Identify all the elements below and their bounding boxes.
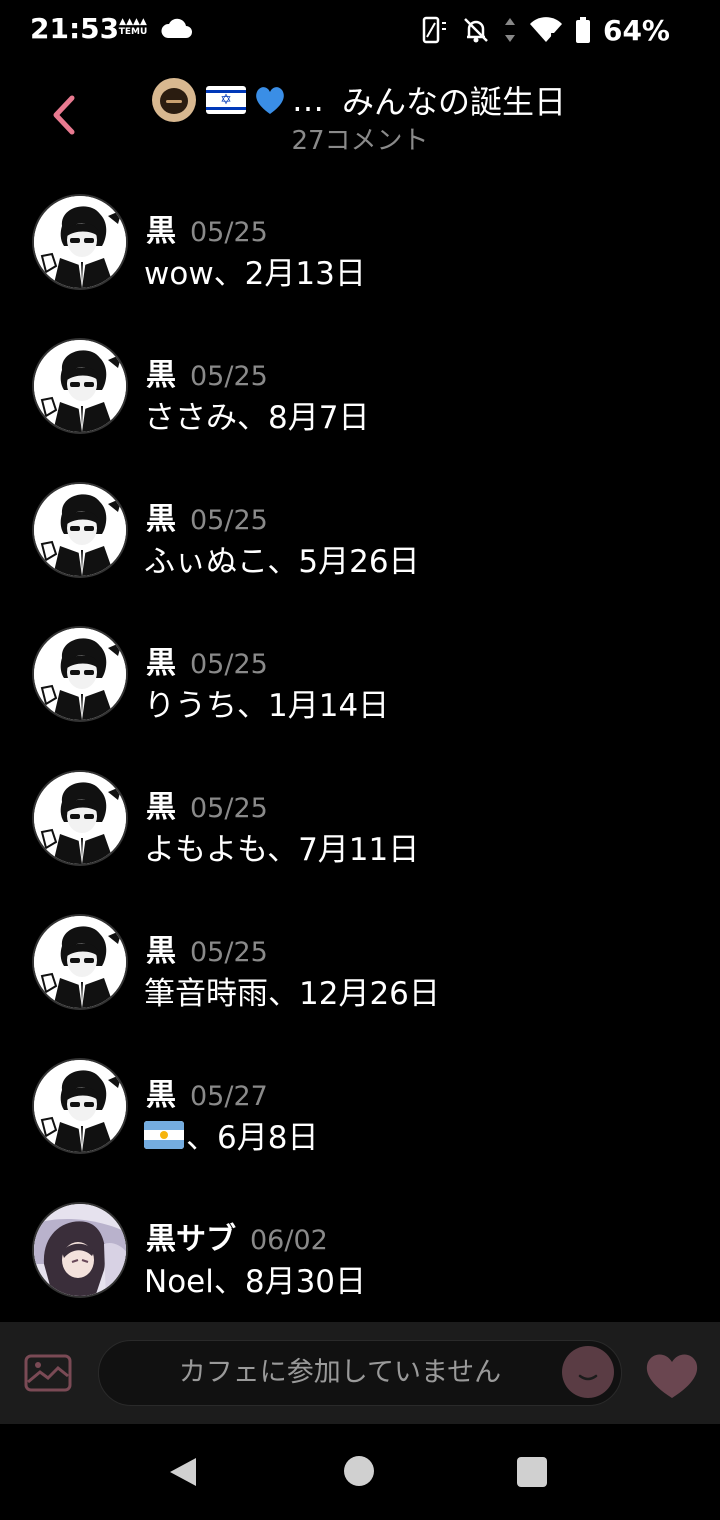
avatar[interactable]	[32, 626, 128, 722]
monochrome-anime-avatar-icon	[34, 340, 126, 432]
comment-text: りうち、1月14日	[144, 688, 390, 724]
comment-date: 05/25	[190, 217, 268, 248]
comment-author[interactable]: 黒	[146, 926, 176, 970]
comment-text: 筆音時雨、12月26日	[144, 976, 440, 1012]
comment-list: 黒 05/25 wow、2月13日 黒 05/25 ささみ、8月7日 黒 05/…	[0, 186, 720, 1338]
comment-item[interactable]: 黒 05/25 りうち、1月14日	[0, 618, 720, 762]
temu-notification-icon: ▲▲▲▲ TEMU	[118, 17, 148, 37]
avatar[interactable]	[32, 194, 128, 290]
comment-author[interactable]: 黒	[146, 494, 176, 538]
comment-author[interactable]: 黒	[146, 350, 176, 394]
comment-author[interactable]: 黒	[146, 1070, 176, 1114]
comment-text: 、6月8日	[186, 1120, 319, 1156]
comment-author[interactable]: 黒	[146, 782, 176, 826]
image-icon[interactable]	[24, 1354, 72, 1392]
cloud-icon	[161, 18, 192, 38]
input-placeholder: カフェに参加していません	[178, 1357, 502, 1388]
comment-date: 05/25	[190, 649, 268, 680]
comment-date: 06/02	[250, 1225, 328, 1256]
avatar[interactable]	[32, 1058, 128, 1154]
status-icons: 5 64%	[419, 12, 670, 48]
comment-author[interactable]: 黒	[146, 206, 176, 250]
comment-item[interactable]: 黒 05/25 wow、2月13日	[0, 186, 720, 330]
monochrome-anime-avatar-icon	[34, 772, 126, 864]
avatar[interactable]	[32, 338, 128, 434]
data-arrows-icon	[504, 18, 515, 42]
avatar[interactable]	[32, 770, 128, 866]
monochrome-anime-avatar-icon	[34, 484, 126, 576]
comment-text: ささみ、8月7日	[144, 400, 370, 436]
smile-icon	[578, 1374, 598, 1381]
like-heart-icon[interactable]	[644, 1350, 700, 1400]
status-bar: 21:53 ▲▲▲▲ TEMU 5 64%	[0, 0, 720, 60]
comment-date: 05/27	[190, 1081, 268, 1112]
avatar[interactable]	[32, 482, 128, 578]
argentina-flag-icon	[144, 1120, 184, 1149]
monochrome-anime-avatar-icon	[34, 1060, 126, 1152]
comment-text: Noel、8月30日	[144, 1264, 367, 1300]
monochrome-anime-avatar-icon	[34, 196, 126, 288]
system-nav-bar	[0, 1424, 720, 1520]
wifi-icon: 5	[529, 17, 562, 43]
comment-author[interactable]: 黒サブ	[146, 1214, 236, 1258]
comment-text: ふぃぬこ、5月26日	[144, 544, 420, 580]
comment-item[interactable]: 黒サブ 06/02 Noel、8月30日	[0, 1194, 720, 1338]
comment-item[interactable]: 黒 05/25 ささみ、8月7日	[0, 330, 720, 474]
avatar[interactable]	[32, 1202, 128, 1298]
comment-item[interactable]: 黒 05/27 、6月8日	[0, 1050, 720, 1194]
cafe-avatar	[152, 78, 196, 122]
nav-back-icon[interactable]	[168, 1456, 198, 1488]
title-ellipsis: …	[292, 81, 324, 119]
title-text: みんなの誕生日	[342, 83, 567, 121]
comment-input[interactable]: カフェに参加していません	[98, 1340, 622, 1406]
battery-icon	[575, 17, 590, 43]
comment-text: よもよも、7月11日	[144, 832, 420, 868]
emoji-button[interactable]	[562, 1346, 614, 1398]
blue-heart-icon	[256, 87, 284, 114]
comment-item[interactable]: 黒 05/25 よもよも、7月11日	[0, 762, 720, 906]
bell-off-icon	[464, 18, 488, 43]
comment-author[interactable]: 黒	[146, 638, 176, 682]
comment-item[interactable]: 黒 05/25 ふぃぬこ、5月26日	[0, 474, 720, 618]
status-time: 21:53	[30, 12, 120, 45]
color-anime-avatar-icon	[34, 1204, 126, 1296]
page-title: ✡ … みんなの誕生日	[152, 78, 566, 122]
header: ✡ … みんなの誕生日 27コメント	[0, 60, 720, 170]
comment-text: wow、2月13日	[144, 256, 366, 292]
screen-rotate-icon	[422, 16, 446, 44]
comment-count: 27コメント	[291, 126, 429, 156]
battery-percent: 64%	[602, 13, 670, 47]
comment-date: 05/25	[190, 793, 268, 824]
comment-date: 05/25	[190, 505, 268, 536]
monochrome-anime-avatar-icon	[34, 916, 126, 1008]
comment-date: 05/25	[190, 361, 268, 392]
nav-recents-icon[interactable]	[517, 1457, 547, 1487]
comment-text-row: 、6月8日	[144, 1112, 318, 1157]
monochrome-anime-avatar-icon	[34, 628, 126, 720]
israel-flag-icon: ✡	[206, 86, 246, 114]
comment-date: 05/25	[190, 937, 268, 968]
avatar[interactable]	[32, 914, 128, 1010]
svg-text:5: 5	[550, 32, 557, 43]
nav-home-icon[interactable]	[344, 1456, 374, 1486]
comment-item[interactable]: 黒 05/25 筆音時雨、12月26日	[0, 906, 720, 1050]
